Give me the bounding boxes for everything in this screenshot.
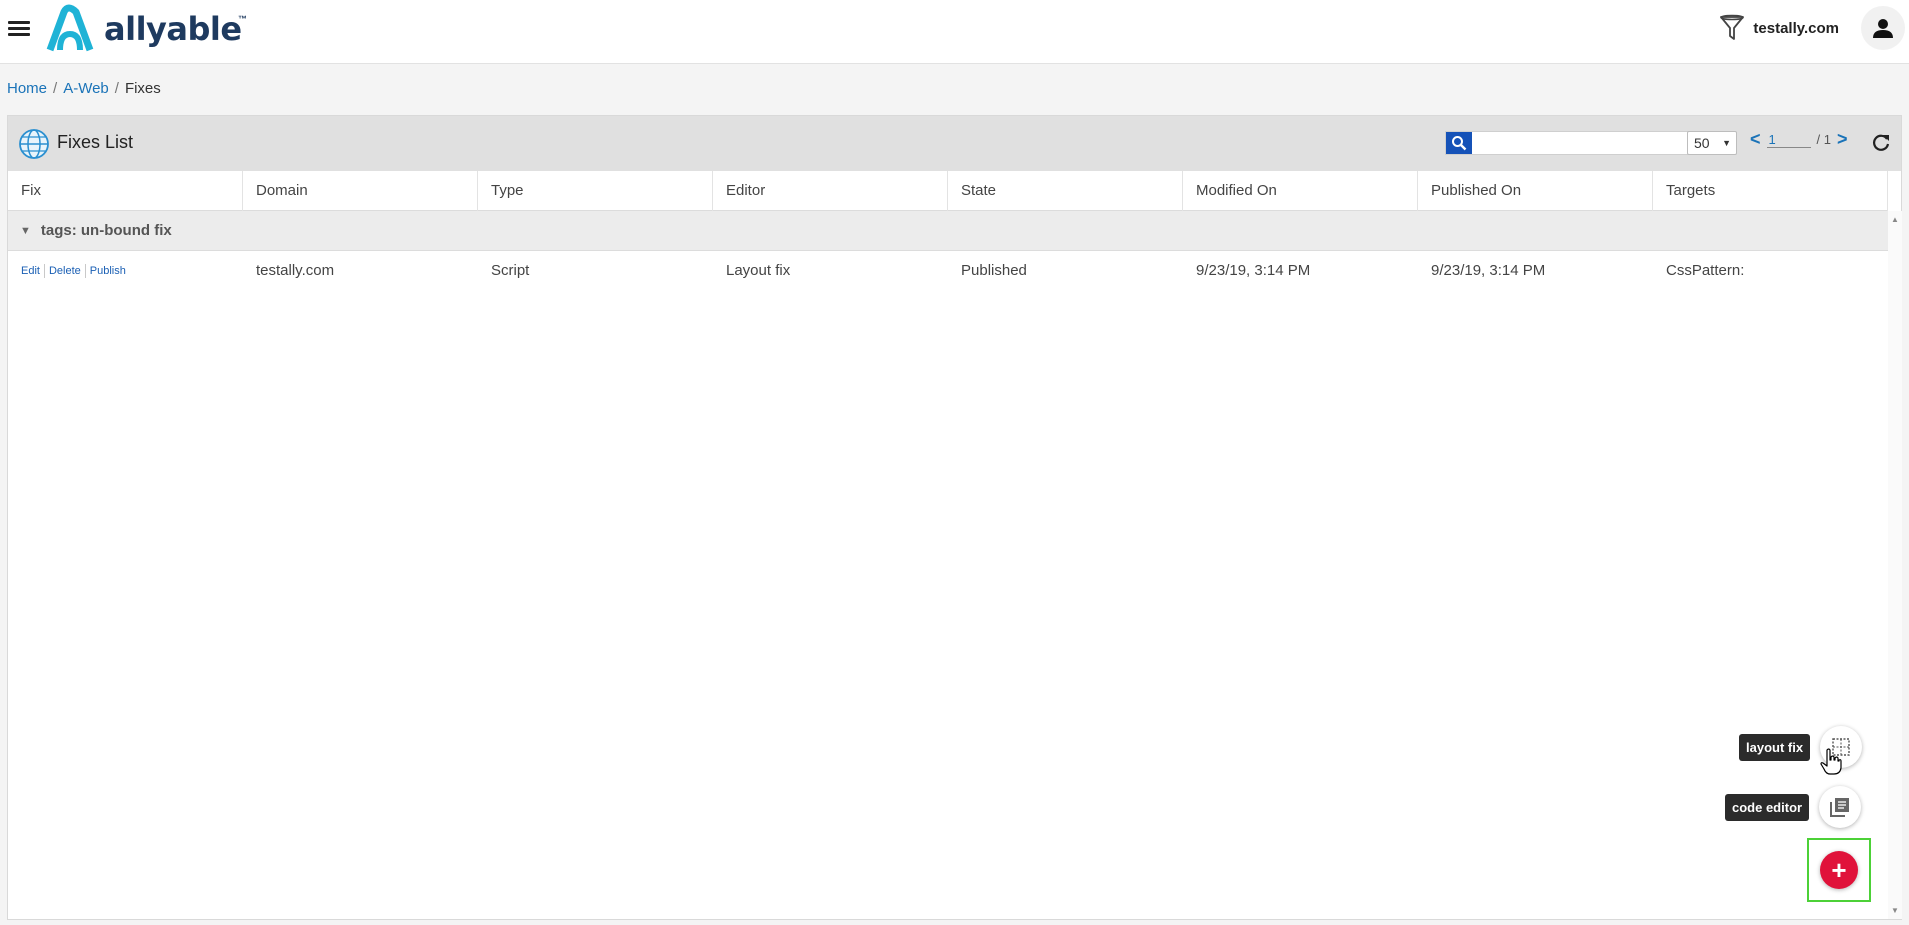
page-size-select[interactable]: 50 ▼: [1687, 131, 1737, 155]
column-header-domain[interactable]: Domain: [243, 171, 478, 211]
caret-down-icon: ▼: [1722, 138, 1731, 148]
code-editor-button[interactable]: [1819, 786, 1862, 828]
prev-page-button[interactable]: <: [1750, 129, 1761, 150]
code-editor-fab-item: code editor: [1725, 786, 1862, 828]
search-box: [1445, 131, 1689, 155]
add-fix-focus-ring: +: [1807, 838, 1871, 902]
group-row[interactable]: ▼ tags: un-bound fix: [8, 211, 1888, 251]
page-total: / 1: [1816, 132, 1831, 147]
breadcrumb: Home / A-Web / Fixes: [7, 80, 161, 97]
column-header-targets[interactable]: Targets: [1653, 171, 1888, 211]
menu-icon[interactable]: [8, 18, 30, 38]
filter-icon: [1720, 14, 1745, 40]
cell-targets: CssPattern:: [1666, 262, 1745, 279]
vertical-scrollbar[interactable]: ▲ ▼: [1888, 211, 1902, 919]
page-size-value: 50: [1694, 135, 1710, 151]
panel-header: Fixes List 50 ▼ < / 1 >: [8, 116, 1901, 171]
library-books-icon: [1830, 798, 1850, 817]
breadcrumb-separator: /: [53, 80, 58, 97]
domain-filter[interactable]: testally.com: [1719, 12, 1839, 44]
globe-icon: [19, 129, 49, 159]
cell-modified-on: 9/23/19, 3:14 PM: [1196, 262, 1311, 279]
pager: < / 1 >: [1750, 129, 1848, 150]
search-button[interactable]: [1446, 132, 1472, 154]
layout-fix-fab-item: layout fix: [1739, 726, 1863, 768]
publish-link[interactable]: Publish: [86, 264, 130, 278]
breadcrumb-a-web[interactable]: A-Web: [63, 80, 109, 97]
hand-cursor-icon: [1820, 748, 1842, 775]
panel-title: Fixes List: [57, 132, 134, 152]
domain-label: testally.com: [1753, 19, 1839, 37]
cell-state: Published: [961, 262, 1027, 279]
cell-published-on: 9/23/19, 3:14 PM: [1431, 262, 1546, 279]
column-header-modified-on[interactable]: Modified On: [1183, 171, 1418, 211]
layout-fix-tooltip: layout fix: [1739, 733, 1811, 761]
edit-link[interactable]: Edit: [21, 264, 45, 278]
search-input[interactable]: [1473, 132, 1687, 154]
code-editor-tooltip: code editor: [1725, 793, 1810, 821]
delete-link[interactable]: Delete: [45, 264, 86, 278]
breadcrumb-home[interactable]: Home: [7, 80, 47, 97]
next-page-button[interactable]: >: [1837, 129, 1848, 150]
top-bar: allyable ™ testally.com: [0, 0, 1909, 64]
fixes-panel: Fixes List 50 ▼ < / 1 > Fix: [7, 115, 1902, 920]
add-fix-button[interactable]: +: [1820, 851, 1858, 889]
logo-trademark: ™: [238, 14, 247, 24]
collapse-triangle-icon[interactable]: ▼: [20, 225, 31, 237]
table-row: Edit Delete Publish testally.com Script …: [8, 251, 1888, 291]
refresh-icon[interactable]: [1870, 132, 1892, 154]
table-header: Fix Domain Type Editor State Modified On…: [8, 171, 1888, 211]
column-header-state[interactable]: State: [948, 171, 1183, 211]
scroll-up-icon[interactable]: ▲: [1891, 215, 1899, 224]
column-header-published-on[interactable]: Published On: [1418, 171, 1653, 211]
column-header-editor[interactable]: Editor: [713, 171, 948, 211]
logo-text: allyable: [104, 10, 242, 48]
column-header-type[interactable]: Type: [478, 171, 713, 211]
breadcrumb-current: Fixes: [124, 80, 161, 97]
cell-editor: Layout fix: [726, 262, 791, 279]
logo-mark-icon: [46, 4, 94, 52]
search-icon: [1452, 136, 1467, 151]
column-header-fix[interactable]: Fix: [8, 171, 243, 211]
row-actions: Edit Delete Publish: [8, 251, 243, 291]
cell-type: Script: [491, 262, 530, 279]
user-icon: [1873, 19, 1893, 38]
cell-domain: testally.com: [256, 262, 335, 279]
scroll-down-icon[interactable]: ▼: [1891, 906, 1899, 915]
breadcrumb-separator: /: [114, 80, 119, 97]
logo[interactable]: allyable ™: [42, 4, 252, 54]
page-number-input[interactable]: [1766, 131, 1811, 148]
group-label: tags: un-bound fix: [40, 222, 172, 239]
user-menu-button[interactable]: [1861, 6, 1905, 50]
